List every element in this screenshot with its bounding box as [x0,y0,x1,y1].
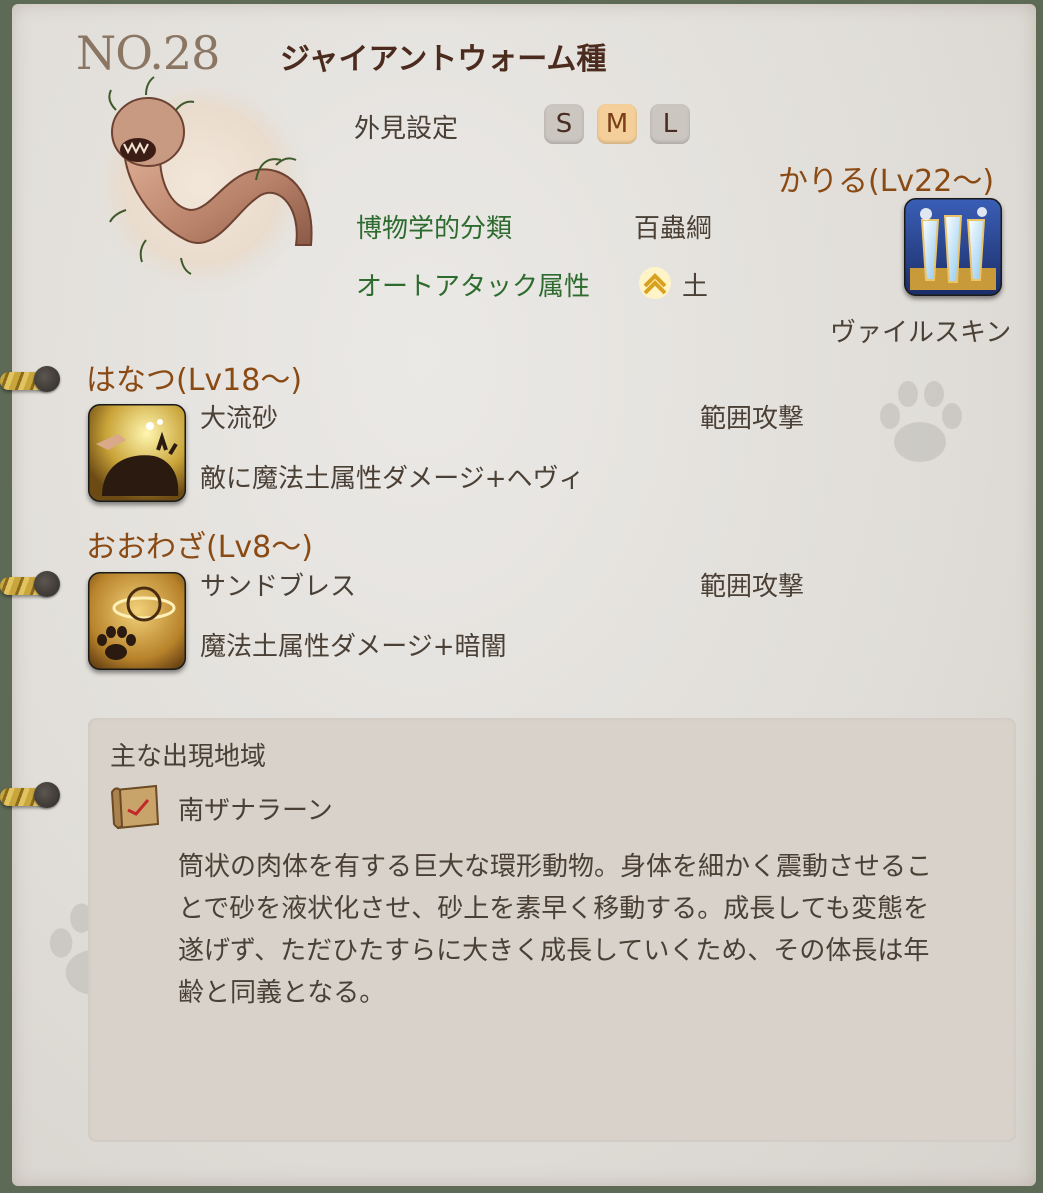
classification-label: 博物学的分類 [356,214,513,244]
auto-attack-value: 土 [682,272,709,302]
description-line: とで砂を液状化させ、砂上を素早く移動する。成長しても変態を [178,894,930,924]
oowaza-effect: 魔法土属性ダメージ+暗闇 [200,632,507,662]
size-m-button[interactable]: M [597,104,637,144]
habitat-label: 主な出現地域 [110,742,267,772]
classification-value: 百蟲綱 [634,214,713,244]
vile-skin-icon[interactable] [904,198,1002,296]
binder-ring [0,366,60,392]
paw-print-icon [880,381,962,462]
size-s-button[interactable]: S [544,104,584,144]
size-l-button[interactable]: L [650,104,690,144]
habitat-description: 筒状の肉体を有する巨大な環形動物。身体を細かく震動させるこ とで砂を液状化させ、… [178,846,998,1014]
description-line: 齢と同義となる。 [178,978,386,1008]
minion-name: ジャイアントウォーム種 [280,42,607,77]
hanatsu-skill-name: 大流砂 [200,404,279,434]
auto-attack-label: オートアタック属性 [356,272,591,302]
binder-ring [0,782,60,808]
binder-ring [0,571,60,597]
quicksand-icon[interactable] [88,404,186,502]
kariru-skill-name: ヴァイルスキン [830,318,1012,348]
habitat-region: 南ザナラーン [178,796,333,826]
hanatsu-heading: はなつ(Lv18～) [86,363,303,398]
appearance-label: 外見設定 [354,114,459,144]
map-scroll-icon[interactable] [110,784,162,830]
sand-breath-icon[interactable] [88,572,186,670]
hanatsu-range: 範囲攻撃 [700,404,805,434]
oowaza-range: 範囲攻撃 [700,572,805,602]
description-line: 筒状の肉体を有する巨大な環形動物。身体を細かく震動させるこ [178,852,933,882]
giant-worm-portrait [89,73,313,297]
kariru-heading: かりる(Lv22～) [778,164,995,199]
hanatsu-effect: 敵に魔法土属性ダメージ+ヘヴィ [200,464,585,494]
oowaza-heading: おおわざ(Lv8～) [86,530,313,565]
earth-element-icon [639,267,671,299]
oowaza-skill-name: サンドブレス [200,572,357,602]
description-line: 遂げず、ただひたすらに大きく成長していくため、その体長は年 [178,936,930,966]
